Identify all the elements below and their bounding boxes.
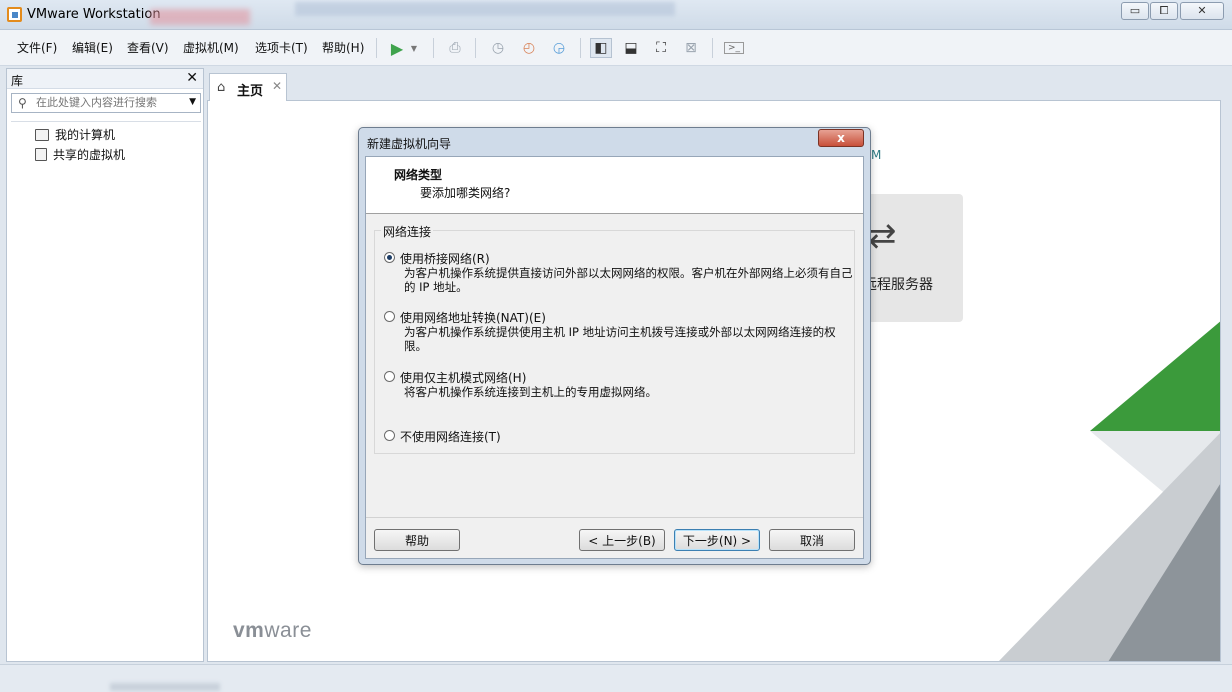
library-tree: 我的计算机 共享的虚拟机 — [11, 121, 201, 659]
vmware-app-icon — [7, 7, 22, 22]
tree-item-label: 共享的虚拟机 — [53, 148, 126, 162]
blurred-title-region — [150, 9, 250, 25]
radio-description: 为客户机操作系统提供使用主机 IP 地址访问主机拨号连接或外部以太网网络连接的权… — [404, 325, 836, 353]
library-header: 库 ✕ — [7, 69, 203, 89]
menu-view[interactable]: 查看(V) — [127, 39, 169, 56]
toolbar-separator — [376, 38, 377, 58]
radio-button[interactable] — [384, 311, 395, 322]
new-vm-wizard-dialog: 新建虚拟机向导 x 网络类型 要添加哪类网络? 网络连接 使用桥接网络(R) 为… — [358, 127, 871, 565]
toolbar-separator — [433, 38, 434, 58]
fullscreen-icon[interactable]: ⛶ — [650, 38, 672, 58]
help-button[interactable]: 帮助 — [374, 529, 460, 551]
toolbar-separator — [475, 38, 476, 58]
radio-label: 使用桥接网络(R) — [400, 252, 490, 266]
library-view-icon[interactable]: ◧ — [590, 38, 612, 58]
computer-icon — [35, 128, 49, 141]
play-dropdown-icon[interactable]: ▼ — [407, 38, 421, 58]
menu-toolbar: 文件(F) 编辑(E) 查看(V) 虚拟机(M) 选项卡(T) 帮助(H) ▶ … — [0, 30, 1232, 66]
shared-vm-icon — [35, 148, 47, 161]
radio-nat[interactable]: 使用网络地址转换(NAT)(E) — [384, 309, 546, 326]
vmware-logo: vmware — [233, 619, 312, 642]
library-search[interactable]: ⚲ ▼ — [11, 93, 201, 113]
radio-host-only[interactable]: 使用仅主机模式网络(H) — [384, 369, 526, 386]
terminal-icon[interactable]: >_ — [723, 38, 745, 58]
status-bar — [0, 664, 1232, 692]
radio-label: 使用网络地址转换(NAT)(E) — [400, 311, 546, 325]
blurred-status-text — [110, 683, 220, 691]
tree-item-shared-vms[interactable]: 共享的虚拟机 — [35, 146, 125, 163]
group-title: 网络连接 — [381, 223, 434, 240]
home-icon: ⌂ — [217, 80, 226, 95]
library-close-icon[interactable]: ✕ — [186, 70, 198, 86]
radio-label: 使用仅主机模式网络(H) — [400, 371, 527, 385]
radio-no-network[interactable]: 不使用网络连接(T) — [384, 428, 501, 445]
wizard-header: 网络类型 要添加哪类网络? — [366, 157, 863, 214]
tab-close-icon[interactable]: ✕ — [272, 79, 282, 93]
dialog-title: 新建虚拟机向导 — [367, 137, 452, 151]
cancel-button[interactable]: 取消 — [769, 529, 855, 551]
radio-description: 将客户机操作系统连接到主机上的专用虚拟网络。 — [404, 385, 657, 399]
toolbar-separator — [712, 38, 713, 58]
menu-file[interactable]: 文件(F) — [17, 39, 57, 56]
radio-description: 为客户机操作系统提供直接访问外部以太网网络的权限。客户机在外部网络上必须有自己的… — [404, 266, 853, 294]
radio-bridged[interactable]: 使用桥接网络(R) — [384, 250, 490, 267]
radio-button-checked[interactable] — [384, 252, 395, 263]
minimize-button[interactable]: ▭ — [1121, 2, 1149, 20]
wizard-step-title: 网络类型 — [394, 168, 443, 182]
next-button[interactable]: 下一步(N) > — [674, 529, 760, 551]
library-search-input[interactable] — [36, 96, 186, 109]
menu-edit[interactable]: 编辑(E) — [72, 39, 113, 56]
button-divider — [366, 517, 863, 518]
dialog-close-button[interactable]: x — [818, 129, 864, 147]
tab-home[interactable]: ⌂ 主页 ✕ — [209, 73, 287, 101]
menu-tabs[interactable]: 选项卡(T) — [255, 39, 308, 56]
tree-item-my-computer[interactable]: 我的计算机 — [35, 126, 115, 143]
maximize-button[interactable]: ⧠ — [1150, 2, 1178, 20]
back-button[interactable]: < 上一步(B) — [579, 529, 665, 551]
wizard-step-subtitle: 要添加哪类网络? — [420, 186, 511, 200]
radio-label: 不使用网络连接(T) — [400, 430, 501, 444]
unity-icon[interactable]: ⊠ — [680, 38, 702, 58]
search-dropdown-icon[interactable]: ▼ — [189, 97, 196, 107]
blurred-title-region-2 — [295, 2, 675, 16]
snapshot-icon[interactable]: ◷ — [487, 38, 509, 58]
console-view-icon[interactable]: ⬓ — [620, 38, 642, 58]
send-keys-icon[interactable]: ⎙ — [444, 38, 466, 58]
menu-vm[interactable]: 虚拟机(M) — [183, 39, 239, 56]
snapshot-manager-icon[interactable]: ◶ — [548, 38, 570, 58]
tab-strip: ⌂ 主页 ✕ — [207, 68, 1221, 101]
radio-button[interactable] — [384, 430, 395, 441]
radio-button[interactable] — [384, 371, 395, 382]
library-pane: 库 ✕ ⚲ ▼ 我的计算机 共享的虚拟机 — [6, 68, 204, 662]
search-icon: ⚲ — [18, 96, 27, 110]
title-bar: VMware Workstation ▭ ⧠ ✕ — [0, 0, 1232, 30]
tree-item-label: 我的计算机 — [55, 128, 116, 142]
green-triangle — [1090, 321, 1220, 431]
close-window-button[interactable]: ✕ — [1180, 2, 1224, 20]
library-title: 库 — [11, 74, 24, 88]
tab-label: 主页 — [237, 84, 264, 99]
menu-help[interactable]: 帮助(H) — [322, 39, 364, 56]
window-title: VMware Workstation — [27, 7, 161, 22]
dialog-body: 网络类型 要添加哪类网络? 网络连接 使用桥接网络(R) 为客户机操作系统提供直… — [365, 156, 864, 559]
toolbar-separator — [580, 38, 581, 58]
revert-snapshot-icon[interactable]: ◴ — [518, 38, 540, 58]
play-icon[interactable]: ▶ — [386, 38, 408, 58]
